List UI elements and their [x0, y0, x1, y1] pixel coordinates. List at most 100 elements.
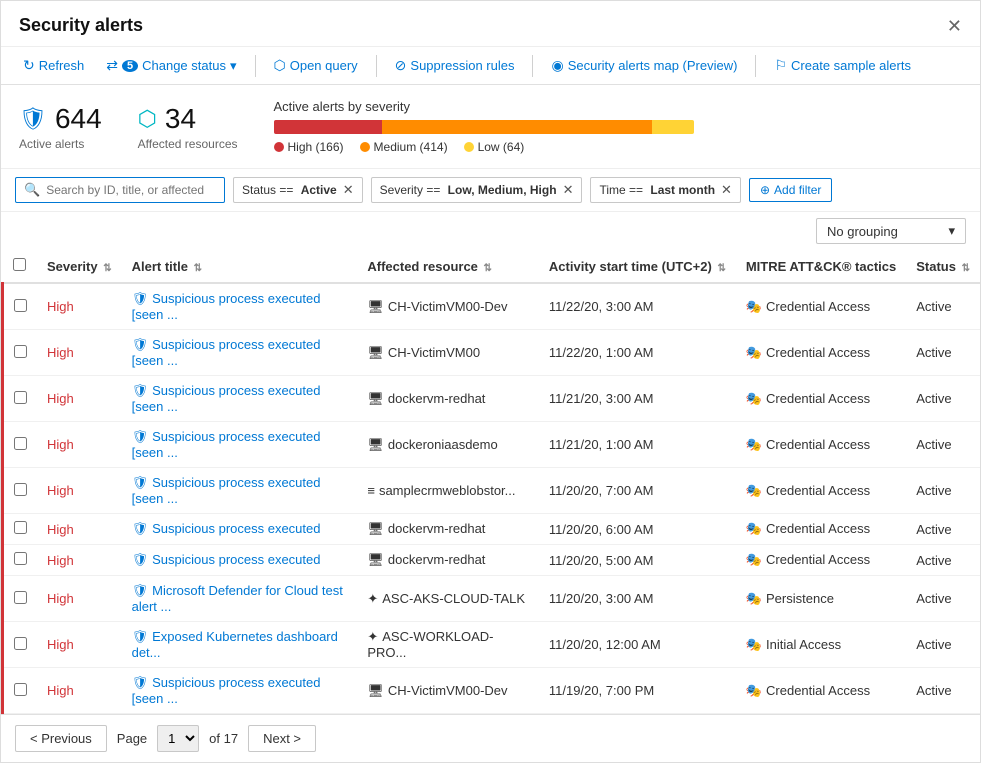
row-resource: 🖥CH-VictimVM00-Dev — [357, 668, 539, 714]
next-button[interactable]: Next > — [248, 725, 316, 752]
page-select[interactable]: 1 — [157, 725, 199, 752]
col-affected-resource[interactable]: Affected resource ⇅ — [357, 250, 539, 283]
mitre-icon: 🎭 — [746, 437, 762, 452]
severity-sort-icon: ⇅ — [103, 263, 111, 274]
resource-icon: 🖥 — [367, 552, 384, 567]
col-alert-title[interactable]: Alert title ⇅ — [122, 250, 358, 283]
table-row: High 🛡Microsoft Defender for Cloud test … — [3, 576, 981, 622]
severity-filter-chip: Severity == Low, Medium, High ✕ — [371, 177, 583, 203]
row-title[interactable]: 🛡Suspicious process executed [seen ... — [122, 468, 358, 514]
alerts-table: Severity ⇅ Alert title ⇅ Affected resour… — [1, 250, 980, 714]
select-all-checkbox[interactable] — [13, 258, 26, 271]
col-severity[interactable]: Severity ⇅ — [37, 250, 122, 283]
row-time: 11/20/20, 7:00 AM — [539, 468, 736, 514]
row-time: 11/20/20, 6:00 AM — [539, 514, 736, 545]
toolbar: ↻ Refresh ⇄ 5 Change status ▾ ⬡ Open que… — [1, 47, 980, 85]
mitre-icon: 🎭 — [746, 299, 762, 314]
previous-button[interactable]: < Previous — [15, 725, 107, 752]
refresh-button[interactable]: ↻ Refresh — [15, 53, 92, 78]
alerts-map-button[interactable]: ◉ Security alerts map (Preview) — [543, 53, 745, 78]
row-checkbox[interactable] — [14, 437, 27, 450]
row-checkbox-cell — [3, 468, 38, 514]
col-status[interactable]: Status ⇅ — [906, 250, 980, 283]
col-activity-start[interactable]: Activity start time (UTC+2) ⇅ — [539, 250, 736, 283]
row-status: Active — [906, 422, 980, 468]
pagination-bar: < Previous Page 1 of 17 Next > — [1, 714, 980, 762]
table-row: High 🛡Suspicious process executed [seen … — [3, 330, 981, 376]
create-sample-button[interactable]: ⚐ Create sample alerts — [766, 53, 919, 78]
resource-sort-icon: ⇅ — [484, 263, 492, 274]
row-severity: High — [37, 468, 122, 514]
window-title: Security alerts — [19, 15, 143, 36]
table-row: High 🛡Suspicious process executed 🖥docke… — [3, 545, 981, 576]
time-filter-chip: Time == Last month ✕ — [590, 177, 740, 203]
suppression-rules-button[interactable]: ⊘ Suppression rules — [387, 53, 523, 78]
table-row: High 🛡Exposed Kubernetes dashboard det..… — [3, 622, 981, 668]
affected-resources-label: Affected resources — [138, 137, 238, 151]
row-mitre: 🎭Persistence — [736, 576, 906, 622]
row-title[interactable]: 🛡Suspicious process executed — [122, 514, 358, 545]
resource-icon: 🖥 — [367, 683, 384, 698]
row-checkbox[interactable] — [14, 483, 27, 496]
title-bar: Security alerts ✕ — [1, 1, 980, 47]
row-checkbox[interactable] — [14, 391, 27, 404]
row-checkbox[interactable] — [14, 552, 27, 565]
row-title[interactable]: 🛡Suspicious process executed [seen ... — [122, 422, 358, 468]
time-filter-remove[interactable]: ✕ — [721, 182, 732, 198]
row-title[interactable]: 🛡Microsoft Defender for Cloud test alert… — [122, 576, 358, 622]
severity-filter-remove[interactable]: ✕ — [563, 182, 574, 198]
add-filter-button[interactable]: ⊕ Add filter — [749, 178, 832, 202]
row-mitre: 🎭Credential Access — [736, 283, 906, 330]
severity-bar — [274, 120, 694, 134]
table-row: High 🛡Suspicious process executed 🖥docke… — [3, 514, 981, 545]
status-filter-chip: Status == Active ✕ — [233, 177, 363, 203]
chart-title: Active alerts by severity — [274, 99, 963, 114]
row-mitre: 🎭Initial Access — [736, 622, 906, 668]
change-status-button[interactable]: ⇄ 5 Change status ▾ — [98, 53, 244, 78]
row-title[interactable]: 🛡Suspicious process executed [seen ... — [122, 283, 358, 330]
row-title[interactable]: 🛡Exposed Kubernetes dashboard det... — [122, 622, 358, 668]
grouping-chevron: ▾ — [948, 223, 955, 239]
status-filter-key: Status == — [242, 183, 297, 197]
row-mitre: 🎭Credential Access — [736, 545, 906, 576]
bar-medium — [382, 120, 652, 134]
add-filter-label: Add filter — [774, 183, 821, 197]
row-resource: ≡samplecrmweblobstor... — [357, 468, 539, 514]
search-box[interactable]: 🔍 — [15, 177, 225, 203]
row-title[interactable]: 🛡Suspicious process executed — [122, 545, 358, 576]
row-checkbox[interactable] — [14, 521, 27, 534]
row-title[interactable]: 🛡Suspicious process executed [seen ... — [122, 668, 358, 714]
status-filter-remove[interactable]: ✕ — [343, 182, 354, 198]
row-checkbox[interactable] — [14, 591, 27, 604]
row-mitre: 🎭Credential Access — [736, 514, 906, 545]
filter-bar: 🔍 Status == Active ✕ Severity == Low, Me… — [1, 169, 980, 212]
legend-high: High (166) — [274, 140, 344, 154]
row-status: Active — [906, 514, 980, 545]
row-mitre: 🎭Credential Access — [736, 330, 906, 376]
row-checkbox[interactable] — [14, 637, 27, 650]
page-label: Page — [117, 731, 147, 746]
change-status-badge: 5 — [122, 60, 138, 72]
row-checkbox[interactable] — [14, 299, 27, 312]
table-body: High 🛡Suspicious process executed [seen … — [3, 283, 981, 714]
open-query-button[interactable]: ⬡ Open query — [266, 53, 366, 78]
table-row: High 🛡Suspicious process executed [seen … — [3, 283, 981, 330]
row-checkbox[interactable] — [14, 683, 27, 696]
row-title[interactable]: 🛡Suspicious process executed [seen ... — [122, 330, 358, 376]
row-title[interactable]: 🛡Suspicious process executed [seen ... — [122, 376, 358, 422]
close-button[interactable]: ✕ — [947, 17, 962, 35]
row-status: Active — [906, 576, 980, 622]
row-checkbox[interactable] — [14, 345, 27, 358]
row-severity: High — [37, 576, 122, 622]
refresh-label: Refresh — [39, 58, 85, 73]
mitre-icon: 🎭 — [746, 591, 762, 606]
alert-shield-icon: 🛡 — [132, 383, 149, 398]
mitre-icon: 🎭 — [746, 483, 762, 498]
grouping-dropdown[interactable]: No grouping ▾ — [816, 218, 966, 244]
resource-icon: 🖥 — [367, 437, 384, 452]
search-input[interactable] — [46, 183, 206, 197]
mitre-icon: 🎭 — [746, 637, 762, 652]
table-row: High 🛡Suspicious process executed [seen … — [3, 376, 981, 422]
row-time: 11/21/20, 3:00 AM — [539, 376, 736, 422]
mitre-icon: 🎭 — [746, 552, 762, 567]
